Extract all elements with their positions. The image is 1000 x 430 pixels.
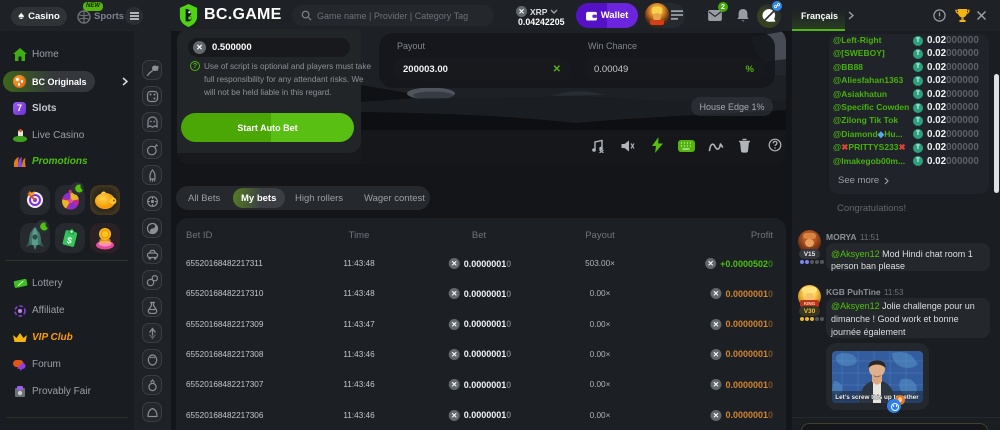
svg-text:Let’s screw this up together: Let’s screw this up together xyxy=(835,394,919,401)
